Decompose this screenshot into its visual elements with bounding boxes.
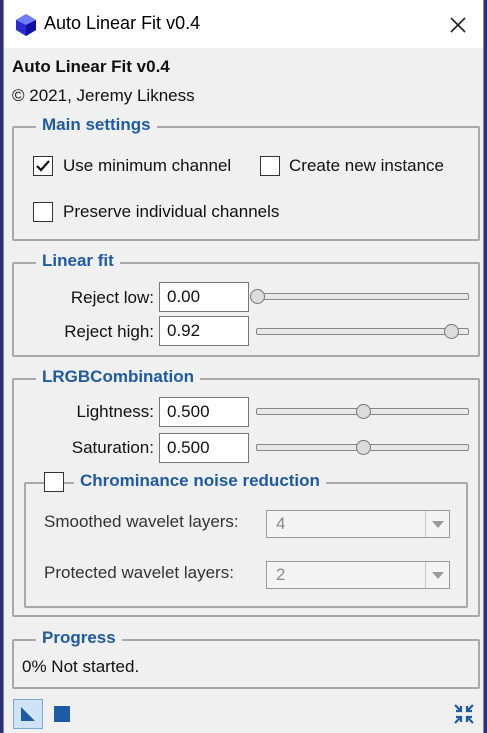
saturation-slider-thumb[interactable] [355, 440, 371, 455]
progress-legend: Progress [36, 628, 122, 648]
linear-fit-group: Linear fit Reject low: 0.00 Reject high:… [12, 251, 480, 357]
reject-high-label: Reject high: [64, 322, 154, 341]
protected-layers-value: 2 [276, 565, 286, 584]
protected-layers-select[interactable]: 2 [266, 561, 450, 589]
checkmark-icon [36, 160, 50, 172]
dropdown-arrow-icon [425, 511, 449, 537]
lightness-label: Lightness: [76, 402, 155, 421]
progress-status: 0% Not started. [22, 657, 140, 676]
execute-square-icon[interactable] [52, 704, 72, 724]
main-settings-legend: Main settings [36, 115, 157, 135]
copyright-text: © 2021, Jeremy Likness [12, 86, 195, 105]
lrgb-legend: LRGBCombination [36, 367, 201, 387]
reject-low-slider[interactable] [250, 289, 469, 304]
protected-layers-label: Protected wavelet layers: [44, 563, 234, 582]
new-instance-icon[interactable] [13, 699, 43, 729]
create-new-instance-checkbox[interactable] [260, 156, 280, 176]
reset-collapse-icon[interactable] [452, 702, 476, 726]
title-bar: Auto Linear Fit v0.4 [4, 0, 483, 48]
smoothed-layers-select[interactable]: 4 [266, 510, 450, 538]
chrominance-checkbox[interactable] [44, 472, 64, 492]
reject-low-label: Reject low: [70, 288, 154, 307]
lightness-input[interactable]: 0.500 [159, 397, 249, 427]
main-settings-group: Main settings Use minimum channel Create… [12, 115, 480, 241]
lrgb-combination-group: LRGBCombination Lightness: 0.500 Saturat… [12, 367, 480, 617]
chrominance-group: Chrominance noise reduction Smoothed wav… [24, 471, 468, 608]
preserve-channels-checkbox[interactable] [33, 202, 53, 222]
close-icon[interactable] [441, 8, 475, 42]
reject-high-slider-thumb[interactable] [444, 324, 460, 339]
linear-fit-legend: Linear fit [36, 251, 120, 271]
saturation-slider[interactable] [256, 440, 469, 455]
reject-low-slider-thumb[interactable] [250, 289, 265, 304]
smoothed-layers-label: Smoothed wavelet layers: [44, 512, 239, 531]
reject-high-input[interactable]: 0.92 [159, 316, 249, 346]
smoothed-layers-value: 4 [276, 514, 286, 533]
preserve-channels-label[interactable]: Preserve individual channels [63, 202, 279, 222]
script-title: Auto Linear Fit v0.4 [12, 57, 170, 76]
dropdown-arrow-icon [425, 562, 449, 588]
create-new-instance-label[interactable]: Create new instance [289, 156, 444, 176]
lightness-slider-thumb[interactable] [355, 404, 371, 419]
window-title: Auto Linear Fit v0.4 [44, 13, 201, 33]
reject-high-slider[interactable] [256, 324, 469, 339]
saturation-label: Saturation: [71, 438, 154, 457]
saturation-input[interactable]: 0.500 [159, 433, 249, 463]
dialog-window: Auto Linear Fit v0.4 Auto Linear Fit v0.… [3, 0, 484, 733]
lightness-slider[interactable] [256, 404, 469, 419]
use-min-channel-checkbox[interactable] [33, 156, 53, 176]
app-logo-icon [15, 13, 37, 37]
chrominance-legend[interactable]: Chrominance noise reduction [74, 471, 326, 491]
reject-low-input[interactable]: 0.00 [159, 282, 249, 312]
use-min-channel-label[interactable]: Use minimum channel [63, 156, 231, 176]
